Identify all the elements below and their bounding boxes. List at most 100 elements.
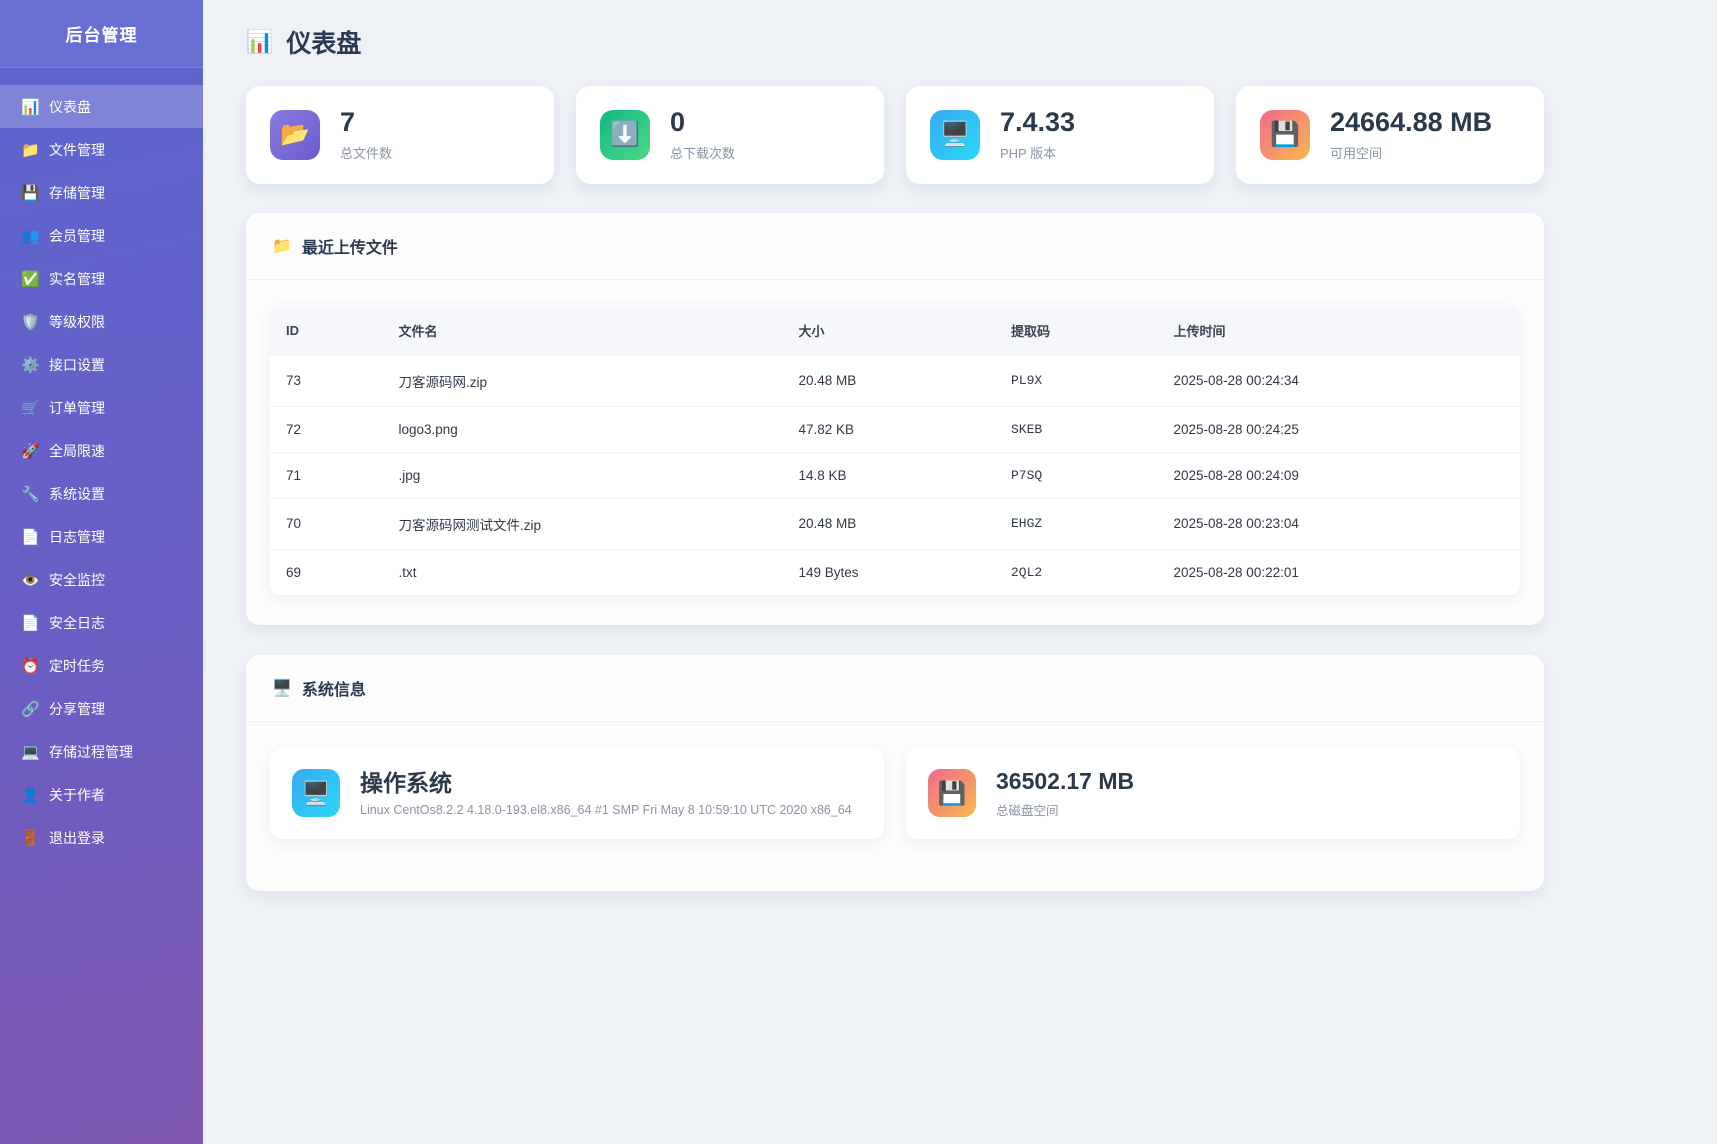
system-info-header: 🖥️ 系统信息 (246, 655, 1544, 722)
table-cell: 刀客源码网.zip (383, 355, 783, 406)
table-cell: logo3.png (383, 406, 783, 452)
sidebar-item-realname-management[interactable]: ✅ 实名管理 (0, 257, 203, 300)
sidebar-item-scheduled-tasks[interactable]: ⏰ 定时任务 (0, 644, 203, 687)
table-cell: 2025-08-28 00:22:01 (1158, 549, 1521, 595)
os-info-card: 🖥️ 操作系统 Linux CentOs8.2.2 4.18.0-193.el8… (270, 748, 884, 839)
column-header: 上传时间 (1158, 306, 1521, 356)
sidebar-item-logout[interactable]: 🚪 退出登录 (0, 816, 203, 859)
stat-card-total-files: 📂 7 总文件数 (246, 86, 554, 184)
table-cell: 149 Bytes (783, 549, 996, 595)
order-management-icon: 🛒 (21, 399, 39, 417)
table-row: 69.txt149 Bytes2QL22025-08-28 00:22:01 (270, 549, 1520, 595)
folder-icon: 📂 (270, 110, 320, 160)
column-header: 文件名 (383, 306, 783, 356)
sidebar-item-system-settings[interactable]: 🔧 系统设置 (0, 472, 203, 515)
table-cell: 70 (270, 498, 383, 549)
sidebar-item-label: 退出登录 (49, 828, 105, 848)
sidebar-item-member-management[interactable]: 👥 会员管理 (0, 214, 203, 257)
api-settings-icon: ⚙️ (21, 356, 39, 374)
stat-label: 可用空间 (1330, 143, 1492, 162)
main-content: 📊 仪表盘 📂 7 总文件数 ⬇️ 0 总下载次数 🖥️ (203, 0, 1717, 1144)
sidebar-item-stored-procedure[interactable]: 💻 存储过程管理 (0, 730, 203, 773)
sidebar-item-order-management[interactable]: 🛒 订单管理 (0, 386, 203, 429)
member-management-icon: 👥 (21, 227, 39, 245)
sidebar-item-label: 定时任务 (49, 656, 105, 676)
folder-icon: 📁 (272, 236, 292, 256)
sidebar-item-security-log[interactable]: 📄 安全日志 (0, 601, 203, 644)
table-row: 72logo3.png47.82 KBSKEB2025-08-28 00:24:… (270, 406, 1520, 452)
sidebar-item-share-management[interactable]: 🔗 分享管理 (0, 687, 203, 730)
floppy-disk-icon: 💾 (928, 769, 976, 817)
sidebar: 后台管理 📊 仪表盘 📁 文件管理 💾 存储管理 👥 会员管理 ✅ 实名管理 🛡… (0, 0, 203, 1144)
global-rate-limit-icon: 🚀 (21, 442, 39, 460)
table-row: 71.jpg14.8 KBP7SQ2025-08-28 00:24:09 (270, 452, 1520, 498)
log-management-icon: 📄 (21, 528, 39, 546)
table-cell: 20.48 MB (783, 355, 996, 406)
sidebar-item-label: 会员管理 (49, 226, 105, 246)
sidebar-item-label: 安全日志 (49, 613, 105, 633)
sidebar-item-label: 文件管理 (49, 140, 105, 160)
sidebar-item-label: 分享管理 (49, 699, 105, 719)
page-header: 📊 仪表盘 (246, 24, 1544, 60)
stat-card-php-version: 🖥️ 7.4.33 PHP 版本 (906, 86, 1214, 184)
sidebar-item-log-management[interactable]: 📄 日志管理 (0, 515, 203, 558)
dashboard-icon: 📊 (21, 98, 39, 116)
table-row: 73刀客源码网.zip20.48 MBPL9X2025-08-28 00:24:… (270, 355, 1520, 406)
stat-label: 总文件数 (340, 143, 392, 162)
stat-label: 总下载次数 (670, 143, 735, 162)
table-cell: 47.82 KB (783, 406, 996, 452)
table-row: 70刀客源码网测试文件.zip20.48 MBEHGZ2025-08-28 00… (270, 498, 1520, 549)
recent-uploads-section: 📁 最近上传文件 ID文件名大小提取码上传时间 73刀客源码网.zip20.48… (246, 213, 1544, 625)
sidebar-item-global-rate-limit[interactable]: 🚀 全局限速 (0, 429, 203, 472)
sidebar-item-file-management[interactable]: 📁 文件管理 (0, 128, 203, 171)
uploads-table: ID文件名大小提取码上传时间 73刀客源码网.zip20.48 MBPL9X20… (270, 306, 1520, 595)
sidebar-item-label: 实名管理 (49, 269, 105, 289)
sidebar-item-label: 关于作者 (49, 785, 105, 805)
sidebar-item-level-permission[interactable]: 🛡️ 等级权限 (0, 300, 203, 343)
table-cell: 20.48 MB (783, 498, 996, 549)
table-cell: 71 (270, 452, 383, 498)
section-title: 最近上传文件 (302, 234, 398, 258)
table-cell: PL9X (995, 355, 1158, 406)
sidebar-item-label: 安全监控 (49, 570, 105, 590)
table-cell: 2QL2 (995, 549, 1158, 595)
scheduled-tasks-icon: ⏰ (21, 657, 39, 675)
os-description: Linux CentOs8.2.2 4.18.0-193.el8.x86_64 … (360, 803, 852, 817)
monitor-icon: 🖥️ (272, 678, 292, 698)
table-cell: .jpg (383, 452, 783, 498)
sidebar-item-security-monitor[interactable]: 👁️ 安全监控 (0, 558, 203, 601)
storage-management-icon: 💾 (21, 184, 39, 202)
table-cell: 69 (270, 549, 383, 595)
sidebar-item-label: 全局限速 (49, 441, 105, 461)
sidebar-nav: 📊 仪表盘 📁 文件管理 💾 存储管理 👥 会员管理 ✅ 实名管理 🛡️ 等级权… (0, 68, 203, 859)
page-title: 仪表盘 (286, 24, 361, 60)
share-management-icon: 🔗 (21, 700, 39, 718)
table-cell: .txt (383, 549, 783, 595)
security-monitor-icon: 👁️ (21, 571, 39, 589)
sidebar-item-api-settings[interactable]: ⚙️ 接口设置 (0, 343, 203, 386)
disk-label: 总磁盘空间 (996, 800, 1134, 819)
sidebar-item-label: 系统设置 (49, 484, 105, 504)
table-cell: 2025-08-28 00:24:09 (1158, 452, 1521, 498)
sidebar-item-label: 等级权限 (49, 312, 105, 332)
stat-card-total-downloads: ⬇️ 0 总下载次数 (576, 86, 884, 184)
level-permission-icon: 🛡️ (21, 313, 39, 331)
os-title: 操作系统 (360, 770, 852, 796)
app-title: 后台管理 (0, 0, 203, 68)
stat-cards: 📂 7 总文件数 ⬇️ 0 总下载次数 🖥️ 7.4.33 PHP 版本 (246, 86, 1544, 184)
recent-uploads-header: 📁 最近上传文件 (246, 213, 1544, 280)
table-cell: 14.8 KB (783, 452, 996, 498)
sidebar-item-dashboard[interactable]: 📊 仪表盘 (0, 85, 203, 128)
column-header: 提取码 (995, 306, 1158, 356)
sidebar-item-about-author[interactable]: 👤 关于作者 (0, 773, 203, 816)
monitor-icon: 🖥️ (930, 110, 980, 160)
security-log-icon: 📄 (21, 614, 39, 632)
system-info-section: 🖥️ 系统信息 🖥️ 操作系统 Linux CentOs8.2.2 4.18.0… (246, 655, 1544, 891)
disk-info-card: 💾 36502.17 MB 总磁盘空间 (906, 748, 1520, 839)
sidebar-item-storage-management[interactable]: 💾 存储管理 (0, 171, 203, 214)
sidebar-item-label: 订单管理 (49, 398, 105, 418)
sidebar-item-label: 存储管理 (49, 183, 105, 203)
table-cell: 73 (270, 355, 383, 406)
logout-icon: 🚪 (21, 829, 39, 847)
sidebar-item-label: 接口设置 (49, 355, 105, 375)
